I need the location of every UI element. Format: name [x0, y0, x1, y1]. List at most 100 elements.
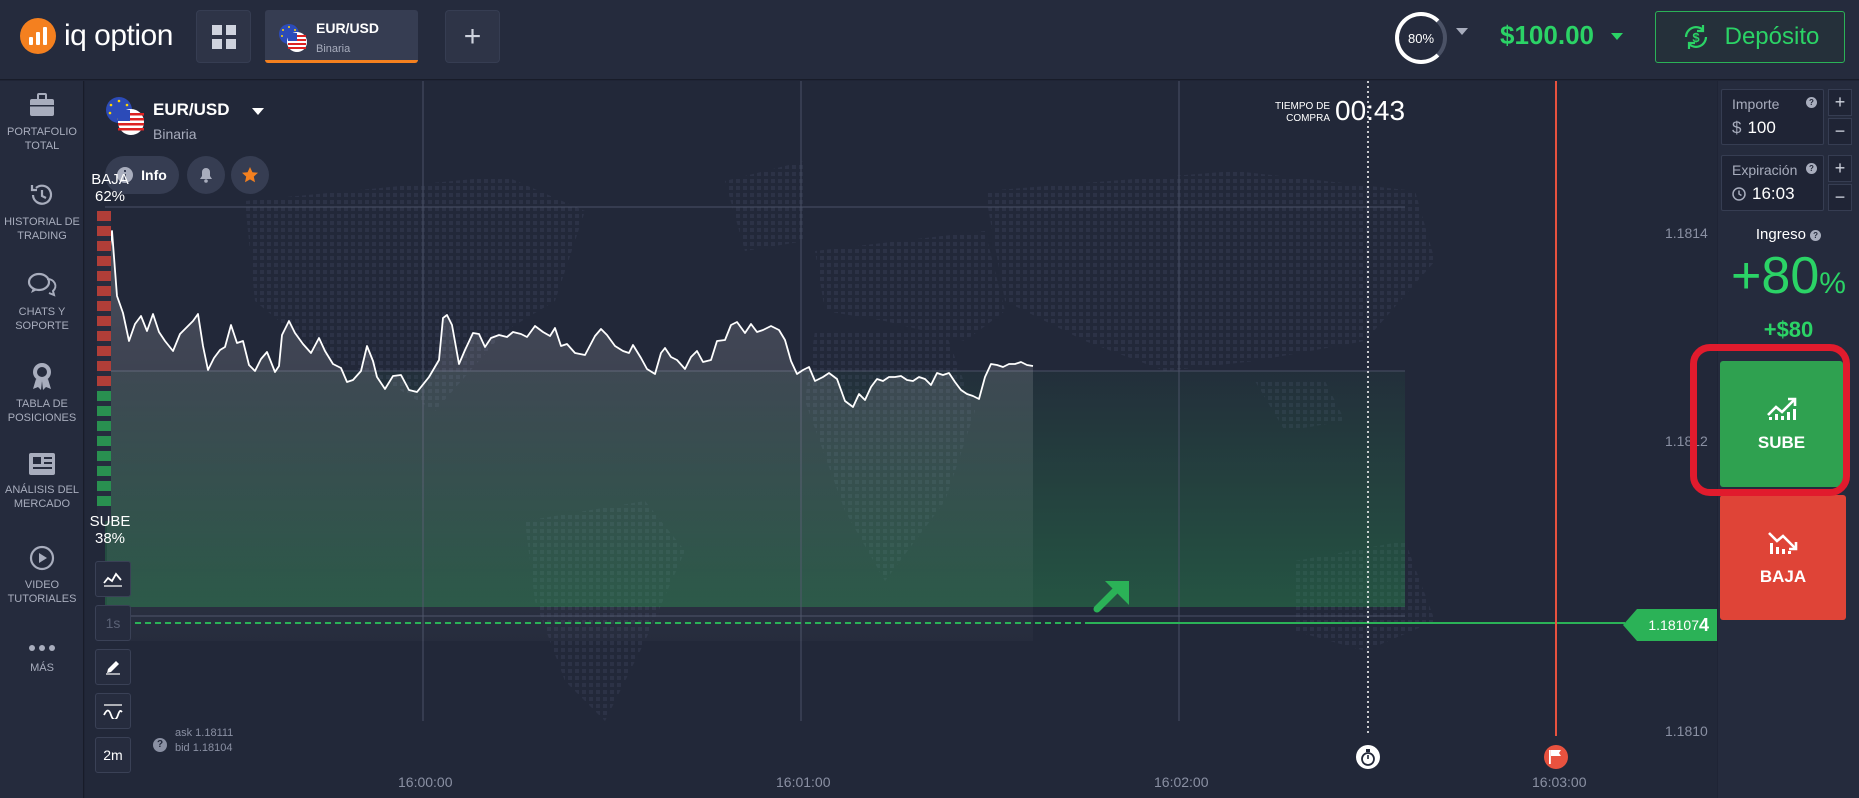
left-sidebar: PORTAFOLIO TOTAL HISTORIAL DE TRADING CH… — [0, 81, 84, 798]
call-up-label: SUBE — [1757, 433, 1806, 452]
sidebar-item-portfolio[interactable]: PORTAFOLIO TOTAL — [0, 91, 84, 153]
play-icon — [29, 545, 55, 571]
indicator-wave-icon — [103, 704, 123, 719]
put-down-label: BAJA — [1759, 566, 1807, 586]
asset-tab-eurusd[interactable]: EUR/USD Binaria — [265, 10, 418, 63]
brand-name: iq option — [64, 19, 173, 52]
asset-dropdown-caret-icon[interactable] — [252, 108, 264, 115]
income-amount: +$80 — [1763, 317, 1814, 342]
sidebar-item-chat-support[interactable]: CHATS Y SOPORTE — [0, 271, 84, 333]
chat-icon — [27, 272, 57, 297]
logo-icon — [20, 18, 56, 54]
x-axis-label: 16:00:00 — [398, 774, 453, 790]
sidebar-item-label: TABLA DE POSICIONES — [7, 398, 77, 424]
asset-tab-pair: EUR/USD — [316, 20, 380, 36]
assets-grid-button[interactable] — [196, 10, 251, 63]
info-label: Info — [141, 167, 167, 183]
help-icon[interactable]: ? — [153, 738, 167, 752]
star-icon — [242, 167, 258, 183]
profit-gauge-value: 80% — [1407, 30, 1435, 46]
expiration-label: Expiración — [1732, 162, 1798, 178]
currency-symbol: $ — [1732, 118, 1742, 137]
brand-logo[interactable]: iq option — [20, 18, 173, 54]
sidebar-item-video-tutorials[interactable]: VIDEO TUTORIALES — [0, 544, 84, 606]
x-axis-label: 16:01:00 — [776, 774, 831, 790]
sidebar-item-label: CHATS Y SOPORTE — [15, 306, 69, 332]
trend-up-icon — [1766, 397, 1796, 420]
trend-down-icon — [1768, 531, 1798, 554]
y-axis-label: 1.1814 — [1665, 225, 1708, 241]
sidebar-item-label: HISTORIAL DE TRADING — [4, 216, 80, 242]
add-asset-button[interactable]: + — [445, 10, 500, 63]
asset-tab-type: Binaria — [316, 43, 351, 55]
income-label: Ingreso ? — [1718, 226, 1859, 243]
eu-us-flags-icon — [279, 24, 307, 52]
expiration-value[interactable]: 16:03 — [1752, 184, 1795, 204]
expiration-field[interactable]: Expiración ? 16:03 — [1721, 155, 1824, 211]
alert-bell-button[interactable] — [187, 156, 225, 194]
balance-dropdown-caret-icon[interactable] — [1611, 33, 1623, 40]
sidebar-item-leaderboard[interactable]: TABLA DE POSICIONES — [0, 361, 84, 425]
more-icon — [29, 645, 55, 651]
amount-label: Importe — [1732, 96, 1780, 112]
expiration-increase-button[interactable]: + — [1828, 155, 1852, 182]
period-button[interactable]: 2m — [95, 737, 131, 773]
briefcase-icon — [30, 93, 54, 116]
put-down-button[interactable]: BAJA — [1720, 495, 1846, 620]
price-chart[interactable] — [85, 81, 1717, 798]
gauge-dropdown-caret-icon[interactable] — [1456, 28, 1468, 35]
chart-type-button[interactable] — [95, 561, 131, 597]
account-balance[interactable]: $100.00 — [1500, 20, 1594, 51]
x-axis-label: 16:02:00 — [1154, 774, 1209, 790]
chart-asset-type: Binaria — [153, 126, 197, 142]
y-axis-label: 1.1810 — [1665, 723, 1708, 739]
sidebar-item-trading-history[interactable]: HISTORIAL DE TRADING — [0, 181, 84, 243]
stopwatch-icon[interactable] — [1356, 745, 1380, 769]
amount-decrease-button[interactable]: − — [1828, 118, 1852, 145]
amount-increase-button[interactable]: + — [1828, 89, 1852, 116]
ask-bid-info: ask 1.18111 bid 1.18104 — [175, 727, 234, 754]
bell-icon — [200, 168, 212, 183]
trade-panel: Importe ? $ 100 + − Expiración ? 16:03 +… — [1718, 81, 1859, 798]
top-bar: iq option EUR/USD Binaria + 80% $100.00 … — [0, 0, 1859, 80]
expiration-help-icon[interactable]: ? — [1806, 163, 1817, 174]
call-up-button[interactable]: SUBE — [1720, 361, 1843, 487]
medal-icon — [33, 363, 51, 390]
chart-area[interactable]: EUR/USD Binaria Info TIEMPO DE COMPRA 00… — [85, 81, 1717, 798]
profit-gauge[interactable]: 80% — [1395, 12, 1447, 64]
finish-flag-icon[interactable] — [1544, 745, 1568, 769]
sube-sentiment: SUBE 38% — [89, 513, 131, 547]
clock-icon — [1732, 187, 1746, 201]
timeframe-button[interactable]: 1s — [95, 605, 131, 641]
sidebar-item-more[interactable]: MÁS — [0, 641, 84, 675]
sidebar-item-label: PORTAFOLIO TOTAL — [7, 126, 77, 152]
grid-icon — [211, 24, 236, 49]
sidebar-item-market-analysis[interactable]: ANÁLISIS DEL MERCADO — [0, 451, 84, 511]
indicators-button[interactable] — [95, 693, 131, 729]
y-axis-label: 1.1812 — [1665, 433, 1708, 449]
history-icon — [30, 184, 53, 205]
current-price-tag: 1.18107 4 — [1623, 609, 1717, 641]
deposit-label: Depósito — [1724, 23, 1820, 50]
income-percent: +80% — [1731, 247, 1846, 305]
sidebar-item-label: ANÁLISIS DEL MERCADO — [5, 484, 79, 510]
purchase-time-label: TIEMPO DE COMPRA — [1274, 101, 1330, 124]
favorite-button[interactable] — [231, 156, 269, 194]
amount-field[interactable]: Importe ? $ 100 — [1721, 89, 1824, 145]
pencil-icon — [106, 661, 120, 675]
sidebar-item-label: VIDEO TUTORIALES — [7, 579, 77, 605]
svg-text:$: $ — [1692, 30, 1700, 45]
amount-value[interactable]: 100 — [1747, 118, 1775, 138]
amount-help-icon[interactable]: ? — [1806, 97, 1817, 108]
deposit-button[interactable]: $ Depósito — [1655, 11, 1845, 63]
chart-asset-pair: EUR/USD — [153, 100, 230, 119]
sentiment-indicator — [97, 211, 111, 521]
baja-sentiment: BAJA 62% — [91, 171, 129, 205]
eu-us-flags-icon — [106, 97, 144, 135]
x-axis-label: 16:03:00 — [1532, 774, 1587, 790]
purchase-timer: 00:43 — [1335, 95, 1406, 126]
drawing-tool-button[interactable] — [95, 649, 131, 685]
expiration-decrease-button[interactable]: − — [1828, 184, 1852, 211]
income-help-icon[interactable]: ? — [1810, 229, 1822, 241]
deposit-icon: $ — [1684, 25, 1707, 49]
